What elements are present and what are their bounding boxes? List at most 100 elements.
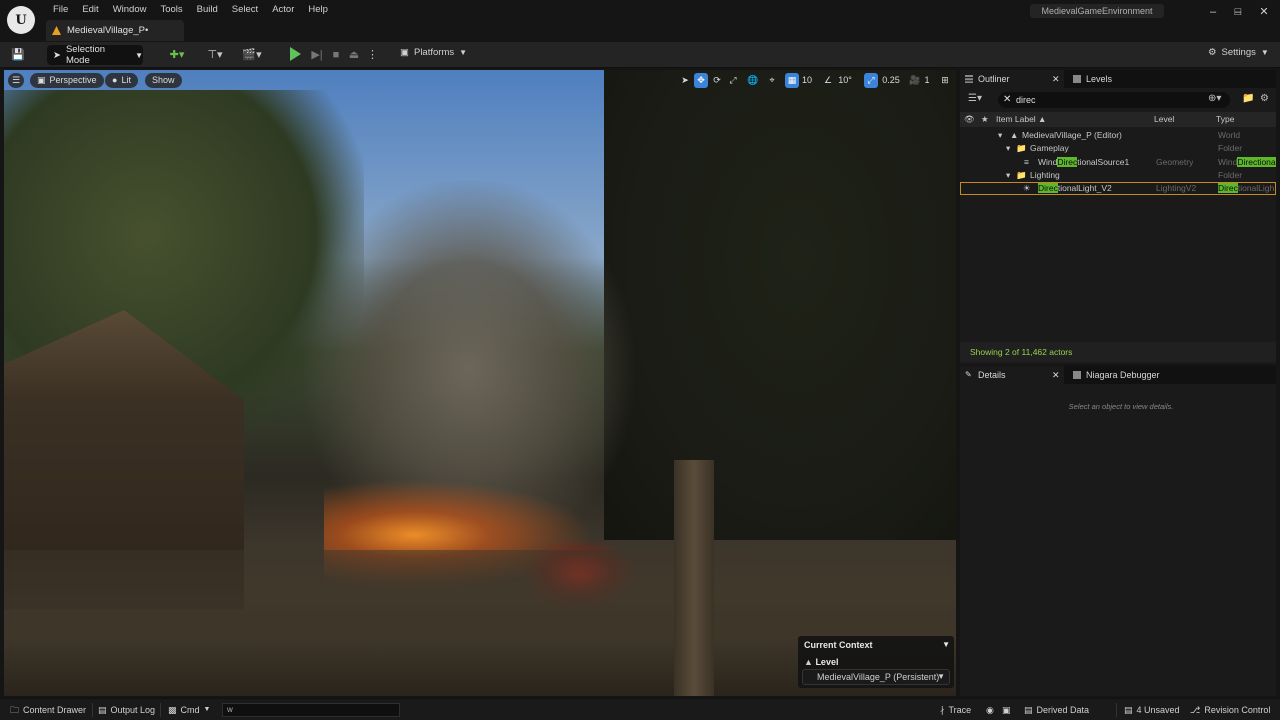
context-level-select[interactable]: MedievalVillage_P (Persistent) ▼ [802, 669, 950, 685]
expand-icon[interactable]: ▾ [1006, 142, 1010, 155]
unreal-logo-icon[interactable]: U [7, 6, 35, 34]
screenshot-icon[interactable]: ▣ [1002, 704, 1011, 716]
eject-icon[interactable]: ⏏ [347, 47, 361, 63]
revision-control-icon: ⎇ [1190, 705, 1201, 715]
revision-control-button[interactable]: ⎇ Revision Control [1190, 704, 1270, 716]
layout-icon[interactable]: ⊞ [938, 73, 952, 88]
context-level-text: Level [815, 657, 839, 667]
menu-build[interactable]: Build [190, 4, 225, 16]
expand-icon[interactable]: ▾ [998, 129, 1002, 142]
show-button[interactable]: Show [145, 73, 182, 88]
angle-snap-value[interactable]: 10° [836, 73, 854, 88]
blueprint-icon[interactable]: ⊤▾ [202, 47, 228, 63]
menu-help[interactable]: Help [301, 4, 335, 16]
new-folder-icon[interactable]: 📁 [1242, 93, 1254, 104]
selection-mode-dropdown[interactable]: ➤ Selection Mode ▼ [47, 44, 143, 66]
trace-button[interactable]: ∤ Trace [940, 704, 971, 716]
angle-snap-icon[interactable]: ∠ [822, 73, 834, 88]
camera-speed-value[interactable]: 1 [922, 73, 932, 88]
surface-snap-icon[interactable]: ⌖ [765, 73, 779, 88]
outliner-column-header: 👁 ★ Item Label ▲ Level Type [960, 112, 1276, 127]
menu-select[interactable]: Select [225, 4, 265, 16]
label-pre: Wind [1038, 157, 1058, 167]
tree-row-directional-light[interactable]: ☀ DirectionalLight_V2 LightingV2 Directi… [960, 182, 1276, 195]
grid-snap-value[interactable]: 10 [800, 73, 814, 88]
row-type: World [1218, 130, 1241, 140]
menu-actor[interactable]: Actor [265, 4, 301, 16]
scale-tool-icon[interactable]: ⤢ [726, 73, 740, 88]
item-label-column[interactable]: Item Label ▲ [996, 112, 1046, 127]
translate-tool-icon[interactable]: ✥ [694, 73, 708, 88]
level-column[interactable]: Level [1154, 112, 1174, 127]
label-post: tionalLight_V2 [1057, 183, 1112, 193]
tab-outliner[interactable]: Outliner [960, 70, 1064, 88]
rotate-tool-icon[interactable]: ⟳ [710, 73, 724, 88]
lit-button[interactable]: ● Lit [105, 73, 138, 88]
expand-icon[interactable]: ▾ [1006, 169, 1010, 182]
unsaved-button[interactable]: ▤ 4 Unsaved [1124, 704, 1180, 716]
select-tool-icon[interactable]: ➤ [678, 73, 692, 88]
cinematics-icon[interactable]: 🎬▾ [239, 47, 265, 63]
tree-row-gameplay[interactable]: ▾ 📁 Gameplay Folder [960, 142, 1276, 155]
content-drawer-button[interactable]: 🗀 Content Drawer [10, 704, 86, 716]
outliner-search-input[interactable]: ✕ direc [998, 92, 1230, 108]
maximize-icon[interactable]: □ [1228, 3, 1248, 21]
record-icon[interactable]: ◉ [986, 704, 994, 716]
add-actor-icon[interactable]: ✚▾ [164, 47, 190, 63]
step-icon[interactable]: ▶| [310, 47, 324, 63]
light-icon: ☀ [1023, 183, 1031, 193]
play-button[interactable] [290, 47, 301, 61]
trace-label: Trace [948, 705, 972, 715]
save-icon[interactable]: 💾 [10, 47, 26, 63]
derived-data-button[interactable]: ▤ Derived Data [1024, 704, 1089, 716]
console-command-input[interactable]: w [222, 703, 400, 717]
menu-edit[interactable]: Edit [75, 4, 105, 16]
grid-snap-icon[interactable]: ▦ [785, 73, 799, 88]
gear-icon: ⚙ [1208, 47, 1217, 58]
viewport-menu-icon[interactable]: ☰ [8, 73, 24, 88]
minimize-icon[interactable]: – [1203, 3, 1223, 21]
tab-levels-label: Levels [1086, 74, 1113, 84]
filter-icon[interactable]: ☰▾ [968, 93, 982, 104]
platforms-menu[interactable]: ▣ Platforms ▼ [400, 47, 467, 58]
context-level-label: ▲ Level [804, 657, 838, 667]
output-log-button[interactable]: ▤ Output Log [98, 704, 155, 716]
gear-icon[interactable]: ⚙ [1260, 93, 1269, 104]
type-column[interactable]: Type [1216, 112, 1234, 127]
settings-menu[interactable]: ⚙ Settings ▼ [1208, 47, 1269, 58]
menu-tools[interactable]: Tools [153, 4, 189, 16]
menu-bar: File Edit Window Tools Build Select Acto… [46, 4, 335, 16]
tree-row-wind-source[interactable]: ≡ WindDirectionalSource1 Geometry WindDi… [960, 156, 1276, 169]
world-space-icon[interactable]: 🌐 [746, 73, 760, 88]
close-icon[interactable]: ✕ [1052, 70, 1060, 88]
chevron-down-icon[interactable]: ▼ [942, 640, 950, 649]
close-icon[interactable]: ✕ [1254, 3, 1274, 21]
visibility-column-icon[interactable]: 👁 [964, 112, 975, 127]
scale-snap-icon[interactable]: ⤢ [864, 73, 878, 88]
level-viewport[interactable]: ☰ ▣ Perspective ● Lit Show ➤ ✥ ⟳ ⤢ 🌐 ⌖ ▦… [4, 70, 956, 696]
close-icon[interactable]: ✕ [1052, 366, 1060, 384]
project-name: MedievalGameEnvironment [1030, 4, 1164, 18]
menu-file[interactable]: File [46, 4, 75, 16]
scale-snap-value[interactable]: 0.25 [880, 73, 902, 88]
row-type: Folder [1218, 170, 1243, 180]
add-filter-icon[interactable]: ⊕▾ [1208, 93, 1221, 104]
clear-search-icon[interactable]: ✕ [1003, 92, 1011, 108]
pin-column-icon[interactable]: ★ [981, 112, 989, 127]
tab-levels[interactable]: Levels [1068, 70, 1158, 88]
camera-speed-icon[interactable]: 🎥 [908, 73, 922, 88]
niagara-icon [1073, 371, 1081, 379]
level-tab[interactable]: MedievalVillage_P• [46, 20, 184, 41]
row-label: WindDirectionalSource1 [1038, 156, 1129, 169]
tree-row-world[interactable]: ▾ ▲ MedievalVillage_P (Editor) World [960, 129, 1276, 142]
level-tab-label: MedievalVillage_P• [67, 25, 149, 36]
perspective-button[interactable]: ▣ Perspective [30, 73, 104, 88]
menu-window[interactable]: Window [106, 4, 154, 16]
tree-row-lighting[interactable]: ▾ 📁 Lighting Folder [960, 169, 1276, 182]
divider [1116, 703, 1117, 717]
tab-niagara-debugger[interactable]: Niagara Debugger [1068, 366, 1178, 384]
stop-icon[interactable]: ■ [329, 47, 343, 63]
cmd-dropdown[interactable]: ▩ Cmd ▼ [168, 704, 210, 716]
tab-details[interactable]: ✎ Details [960, 366, 1064, 384]
more-options-icon[interactable]: ⋮ [367, 47, 378, 63]
